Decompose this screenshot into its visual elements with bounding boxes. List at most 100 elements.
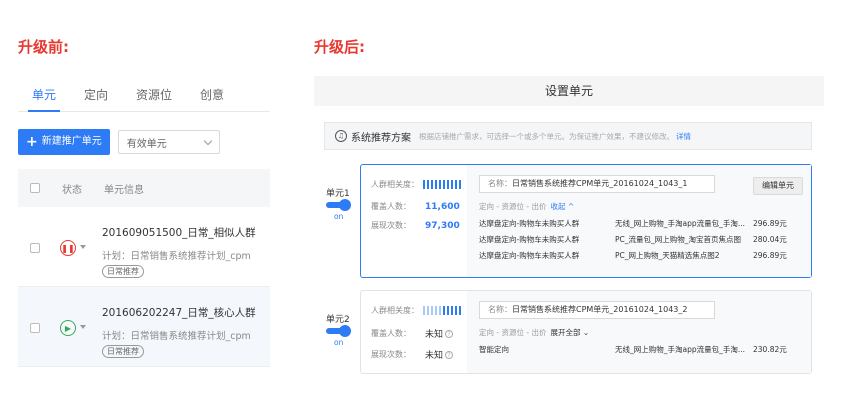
detail-row: 达摩盘定向-购物车未购买人群 PC_流量包_网上购物_淘宝首页焦点图 280.0…: [479, 234, 803, 244]
detail-position: PC_网上购物_天猫精选焦点图2: [615, 251, 720, 260]
unit-name: 201609051500_日常_相似人群: [102, 227, 256, 239]
coverage-value: 未知: [425, 330, 444, 340]
toggle-state: on: [334, 338, 344, 347]
before-heading: 升级前:: [18, 38, 69, 56]
detail-position: 无线_网上购物_手淘app流量包_手淘...: [615, 345, 746, 354]
play-icon[interactable]: ▶: [60, 320, 76, 336]
help-icon[interactable]: ?: [445, 329, 454, 338]
headset-icon: ♫: [335, 130, 347, 142]
chevron-down-icon: [203, 136, 212, 145]
tab-targeting[interactable]: 定向: [70, 78, 122, 111]
row-info: 201609051500_日常_相似人群 计划：日常销售系统推荐计划_cpm 日…: [102, 225, 256, 278]
unit-tag: 日常推荐: [102, 265, 144, 278]
unit-card[interactable]: 人群相关度： 覆盖人数： 未知 ? 展现次数： 未知 ? 名称：日常销售系统推荐…: [360, 290, 812, 374]
new-unit-button[interactable]: + 新建推广单元: [18, 129, 110, 155]
detail-target: 达摩盘定向-购物车未购买人群: [479, 251, 580, 260]
name-key: 名称：: [488, 179, 512, 188]
coverage-value: 11,600: [425, 201, 460, 212]
impressions-label: 展现次数：: [371, 221, 411, 230]
crowd-relevance-bars: [423, 179, 461, 189]
unit-name: 日常销售系统推荐CPM单元_20161024_1043_2: [512, 305, 688, 314]
unit-toggle[interactable]: [326, 325, 351, 337]
tab-creative[interactable]: 创意: [186, 78, 238, 111]
unit-toggle[interactable]: [326, 199, 351, 211]
row-info: 201606202247_日常_核心人群 计划：日常销售系统推荐计划_cpm 日…: [102, 305, 256, 358]
select-all-checkbox[interactable]: [30, 183, 40, 193]
detail-row: 智能定向 无线_网上购物_手淘app流量包_手淘... 230.82元: [479, 344, 803, 354]
detail-subhead: 定向 - 资源位 - 出价 展开全部 ⌄: [479, 327, 803, 338]
detail-position: 无线_网上购物_手淘app流量包_手淘...: [615, 219, 746, 228]
table-row: ❚❚ 201609051500_日常_相似人群 计划：日常销售系统推荐计划_cp…: [18, 207, 270, 287]
unit-card[interactable]: 人群相关度： 覆盖人数： 11,600 展现次数： 97,300 名称：日常销售…: [360, 164, 812, 278]
plus-icon: +: [26, 134, 38, 150]
unit-name-field: 名称：日常销售系统推荐CPM单元_20161024_1043_1: [479, 175, 715, 193]
expand-all-link[interactable]: 展开全部 ⌄: [550, 328, 589, 337]
collapse-link[interactable]: 收起 ^: [550, 202, 574, 211]
detail-target: 达摩盘定向-购物车未购买人群: [479, 235, 580, 244]
before-panel: 单元 定向 资源位 创意 + 新建推广单元 有效单元 状态 单元信息 ❚❚ 20…: [18, 78, 270, 367]
page-title: 设置单元: [314, 76, 824, 106]
table-header: 状态 单元信息: [18, 169, 270, 207]
details-link[interactable]: 详情: [676, 131, 691, 142]
detail-target: 达摩盘定向-购物车未购买人群: [479, 219, 580, 228]
unit-block: 单元1 on 人群相关度： 覆盖人数： 11,600 展现次数： 97,300: [314, 164, 824, 278]
tab-unit[interactable]: 单元: [18, 78, 70, 112]
subhead-label: 定向 - 资源位 - 出价: [479, 328, 547, 337]
unit-stats: 人群相关度： 覆盖人数： 未知 ? 展现次数： 未知 ?: [361, 291, 467, 373]
unit-tag: 日常推荐: [102, 345, 144, 358]
info-header: 单元信息: [104, 184, 144, 196]
edit-unit-button[interactable]: 编辑单元: [753, 177, 803, 195]
pause-icon[interactable]: ❚❚: [60, 240, 76, 256]
detail-position: PC_流量包_网上购物_淘宝首页焦点图: [615, 235, 742, 244]
crowd-label: 人群相关度：: [371, 179, 419, 189]
unit-name: 日常销售系统推荐CPM单元_20161024_1043_1: [512, 179, 688, 188]
impressions-label: 展现次数：: [371, 350, 411, 359]
detail-row: 达摩盘定向-购物车未购买人群 无线_网上购物_手淘app流量包_手淘... 29…: [479, 218, 803, 228]
toggle-knob: [339, 199, 351, 211]
coverage-label: 覆盖人数：: [371, 329, 411, 338]
toggle-knob: [339, 325, 351, 337]
caret-down-icon[interactable]: [80, 325, 86, 329]
crowd-label: 人群相关度：: [371, 305, 419, 315]
unit-label: 单元1: [326, 189, 350, 199]
unit-block: 单元2 on 人群相关度： 覆盖人数： 未知 ? 展现次数： 未知 ? 名称：日…: [314, 290, 824, 374]
tab-bar: 单元 定向 资源位 创意: [18, 78, 270, 112]
row-checkbox[interactable]: [30, 323, 40, 333]
unit-label: 单元2: [326, 315, 350, 325]
recommend-desc: 根据店铺推广需求，可选择一个或多个单元。为保证推广效果，不建议修改。: [419, 131, 674, 141]
unit-plan: 计划：日常销售系统推荐计划_cpm: [102, 331, 251, 342]
detail-price: 296.89元: [753, 219, 787, 228]
crowd-relevance-bars: [423, 305, 461, 315]
name-key: 名称：: [488, 305, 512, 314]
recommend-bar: ♫ 系统推荐方案 根据店铺推广需求，可选择一个或多个单元。为保证推广效果，不建议…: [324, 122, 812, 150]
coverage-label: 覆盖人数：: [371, 202, 411, 211]
impressions-value: 未知: [425, 351, 444, 361]
tab-resource[interactable]: 资源位: [122, 78, 186, 111]
detail-subhead: 定向 - 资源位 - 出价 收起 ^: [479, 201, 803, 212]
table-row: ▶ 201606202247_日常_核心人群 计划：日常销售系统推荐计划_cpm…: [18, 287, 270, 367]
unit-detail: 名称：日常销售系统推荐CPM单元_20161024_1043_1 编辑单元 定向…: [467, 165, 811, 277]
row-checkbox[interactable]: [30, 243, 40, 253]
toolbar: + 新建推广单元 有效单元: [18, 129, 270, 155]
unit-name-field: 名称：日常销售系统推荐CPM单元_20161024_1043_2: [479, 301, 715, 319]
detail-price: 280.04元: [753, 235, 787, 244]
impressions-value: 97,300: [425, 220, 460, 231]
unit-name: 201606202247_日常_核心人群: [102, 307, 256, 319]
unit-filter-select[interactable]: 有效单元: [117, 130, 220, 154]
help-icon[interactable]: ?: [445, 350, 454, 359]
new-unit-label: 新建推广单元: [41, 136, 102, 147]
after-panel: 设置单元 ♫ 系统推荐方案 根据店铺推广需求，可选择一个或多个单元。为保证推广效…: [314, 76, 824, 374]
detail-price: 296.89元: [753, 251, 787, 260]
recommend-title: 系统推荐方案: [351, 132, 411, 144]
unit-detail: 名称：日常销售系统推荐CPM单元_20161024_1043_2 定向 - 资源…: [467, 291, 811, 373]
status-header: 状态: [62, 184, 82, 196]
caret-down-icon[interactable]: [80, 245, 86, 249]
subhead-label: 定向 - 资源位 - 出价: [479, 202, 547, 211]
unit-stats: 人群相关度： 覆盖人数： 11,600 展现次数： 97,300: [361, 165, 467, 277]
unit-filter-value: 有效单元: [126, 138, 167, 150]
detail-target: 智能定向: [479, 345, 509, 354]
toggle-state: on: [334, 212, 344, 221]
after-heading: 升级后:: [314, 38, 365, 56]
detail-price: 230.82元: [753, 345, 787, 354]
unit-plan: 计划：日常销售系统推荐计划_cpm: [102, 251, 251, 262]
